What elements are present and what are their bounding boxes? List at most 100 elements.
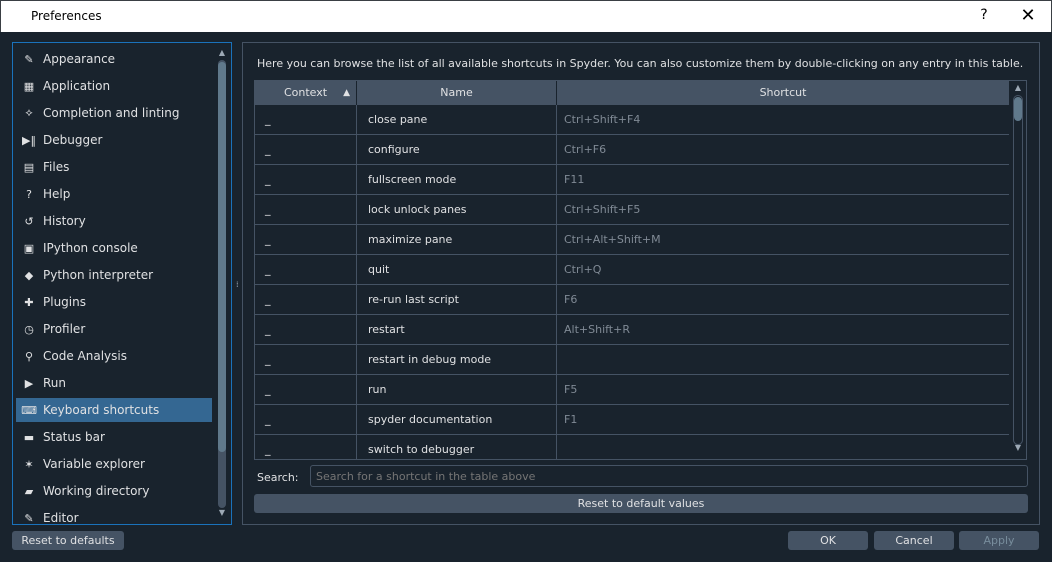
- table-row[interactable]: _ re-run last script F6: [255, 285, 1009, 315]
- table-row[interactable]: _ lock unlock panes Ctrl+Shift+F5: [255, 195, 1009, 225]
- table-scrollbar[interactable]: ▲ ▼: [1010, 81, 1026, 459]
- table-row[interactable]: _ close pane Ctrl+Shift+F4: [255, 105, 1009, 135]
- sidebar-item-label: Keyboard shortcuts: [43, 403, 160, 417]
- preferences-sidebar: ✎ Appearance ▦ Application ⟡ Completion and l…: [12, 42, 232, 525]
- context-cell[interactable]: _: [255, 345, 357, 375]
- context-cell[interactable]: _: [255, 435, 357, 459]
- name-cell[interactable]: switch to debugger: [357, 435, 557, 459]
- shortcut-cell[interactable]: [557, 345, 1009, 375]
- apply-button[interactable]: Apply: [959, 531, 1039, 550]
- sidebar-item-code-analysis[interactable]: ⚲ Code Analysis: [16, 344, 212, 368]
- sidebar-item-ipython-console[interactable]: ▣ IPython console: [16, 236, 212, 260]
- sidebar-item-label: Application: [43, 79, 111, 93]
- sidebar-item-appearance[interactable]: ✎ Appearance: [16, 47, 212, 71]
- table-row[interactable]: _ quit Ctrl+Q: [255, 255, 1009, 285]
- scroll-up-arrow-icon[interactable]: ▲: [1010, 83, 1026, 92]
- context-cell[interactable]: _: [255, 375, 357, 405]
- name-cell[interactable]: configure: [357, 135, 557, 165]
- sidebar-item-status-bar[interactable]: ▬ Status bar: [16, 425, 212, 449]
- table-row[interactable]: _ restart in debug mode: [255, 345, 1009, 375]
- sidebar-item-label: Completion and linting: [43, 106, 180, 120]
- table-row[interactable]: _ restart Alt+Shift+R: [255, 315, 1009, 345]
- splitter-handle-icon[interactable]: ⁞: [236, 280, 239, 289]
- column-header-context[interactable]: Context ▲: [255, 81, 357, 105]
- context-cell[interactable]: _: [255, 195, 357, 225]
- search-input[interactable]: [310, 465, 1028, 487]
- sidebar-item-label: IPython console: [43, 241, 138, 255]
- name-cell[interactable]: spyder documentation: [357, 405, 557, 435]
- shortcut-cell[interactable]: F11: [557, 165, 1009, 195]
- table-row[interactable]: _ spyder documentation F1: [255, 405, 1009, 435]
- sidebar-item-label: Python interpreter: [43, 268, 154, 282]
- scroll-up-arrow-icon[interactable]: ▲: [216, 48, 228, 57]
- shortcut-cell[interactable]: [557, 435, 1009, 459]
- column-header-shortcut[interactable]: Shortcut: [557, 81, 1009, 105]
- reset-to-default-values-button[interactable]: Reset to default values: [254, 494, 1028, 513]
- name-cell[interactable]: run: [357, 375, 557, 405]
- code-analysis-icon: ⚲: [24, 349, 34, 363]
- column-header-name[interactable]: Name: [357, 81, 557, 105]
- name-cell[interactable]: restart in debug mode: [357, 345, 557, 375]
- sidebar-item-application[interactable]: ▦ Application: [16, 74, 212, 98]
- context-cell[interactable]: _: [255, 105, 357, 135]
- sort-ascending-icon: ▲: [343, 88, 350, 98]
- sidebar-item-editor[interactable]: ✎ Editor: [16, 506, 212, 525]
- sidebar-item-label: Variable explorer: [43, 457, 145, 471]
- cancel-button[interactable]: Cancel: [874, 531, 954, 550]
- scroll-down-arrow-icon[interactable]: ▼: [216, 508, 228, 517]
- debug-icon: ▶‖: [22, 133, 36, 147]
- sidebar-item-keyboard-shortcuts[interactable]: ⌨ Keyboard shortcuts: [16, 398, 212, 422]
- shortcut-cell[interactable]: F6: [557, 285, 1009, 315]
- context-cell[interactable]: _: [255, 315, 357, 345]
- shortcut-cell[interactable]: Alt+Shift+R: [557, 315, 1009, 345]
- shortcut-cell[interactable]: Ctrl+Q: [557, 255, 1009, 285]
- close-button[interactable]: ✕: [1019, 5, 1037, 27]
- name-cell[interactable]: re-run last script: [357, 285, 557, 315]
- sidebar-item-files[interactable]: ▤ Files: [16, 155, 212, 179]
- sidebar-scrollbar[interactable]: ▲ ▼: [216, 46, 228, 520]
- table-row[interactable]: _ switch to debugger: [255, 435, 1009, 459]
- sidebar-item-completion-and-linting[interactable]: ⟡ Completion and linting: [16, 101, 212, 125]
- sidebar-item-help[interactable]: ? Help: [16, 182, 212, 206]
- name-cell[interactable]: lock unlock panes: [357, 195, 557, 225]
- sidebar-scroll-thumb[interactable]: [218, 62, 226, 452]
- name-cell[interactable]: maximize pane: [357, 225, 557, 255]
- sidebar-item-label: Debugger: [43, 133, 103, 147]
- name-cell[interactable]: restart: [357, 315, 557, 345]
- table-row[interactable]: _ run F5: [255, 375, 1009, 405]
- name-cell[interactable]: close pane: [357, 105, 557, 135]
- sidebar-item-history[interactable]: ↺ History: [16, 209, 212, 233]
- table-row[interactable]: _ fullscreen mode F11: [255, 165, 1009, 195]
- context-cell[interactable]: _: [255, 225, 357, 255]
- shortcut-cell[interactable]: Ctrl+Shift+F4: [557, 105, 1009, 135]
- name-cell[interactable]: quit: [357, 255, 557, 285]
- sidebar-item-variable-explorer[interactable]: ✶ Variable explorer: [16, 452, 212, 476]
- sidebar-item-plugins[interactable]: ✚ Plugins: [16, 290, 212, 314]
- shortcut-cell[interactable]: Ctrl+Alt+Shift+M: [557, 225, 1009, 255]
- sidebar-item-profiler[interactable]: ◷ Profiler: [16, 317, 212, 341]
- context-cell[interactable]: _: [255, 255, 357, 285]
- ok-button[interactable]: OK: [788, 531, 868, 550]
- sidebar-item-label: Editor: [43, 511, 79, 525]
- shortcut-cell[interactable]: Ctrl+F6: [557, 135, 1009, 165]
- table-scroll-thumb[interactable]: [1014, 97, 1022, 121]
- context-cell[interactable]: _: [255, 135, 357, 165]
- name-cell[interactable]: fullscreen mode: [357, 165, 557, 195]
- shortcut-cell[interactable]: Ctrl+Shift+F5: [557, 195, 1009, 225]
- context-cell[interactable]: _: [255, 405, 357, 435]
- sidebar-item-working-directory[interactable]: ▰ Working directory: [16, 479, 212, 503]
- shortcut-cell[interactable]: F1: [557, 405, 1009, 435]
- table-row[interactable]: _ configure Ctrl+F6: [255, 135, 1009, 165]
- table-row[interactable]: _ maximize pane Ctrl+Alt+Shift+M: [255, 225, 1009, 255]
- table-scroll-track[interactable]: [1013, 95, 1023, 445]
- help-button[interactable]: ?: [977, 7, 991, 23]
- table-header: Context ▲ Name Shortcut: [255, 81, 1009, 105]
- sidebar-item-run[interactable]: ▶ Run: [16, 371, 212, 395]
- context-cell[interactable]: _: [255, 165, 357, 195]
- context-cell[interactable]: _: [255, 285, 357, 315]
- sidebar-item-debugger[interactable]: ▶‖ Debugger: [16, 128, 212, 152]
- reset-to-defaults-button[interactable]: Reset to defaults: [12, 531, 124, 550]
- scroll-down-arrow-icon[interactable]: ▼: [1010, 443, 1026, 452]
- shortcut-cell[interactable]: F5: [557, 375, 1009, 405]
- sidebar-item-python-interpreter[interactable]: ◆ Python interpreter: [16, 263, 212, 287]
